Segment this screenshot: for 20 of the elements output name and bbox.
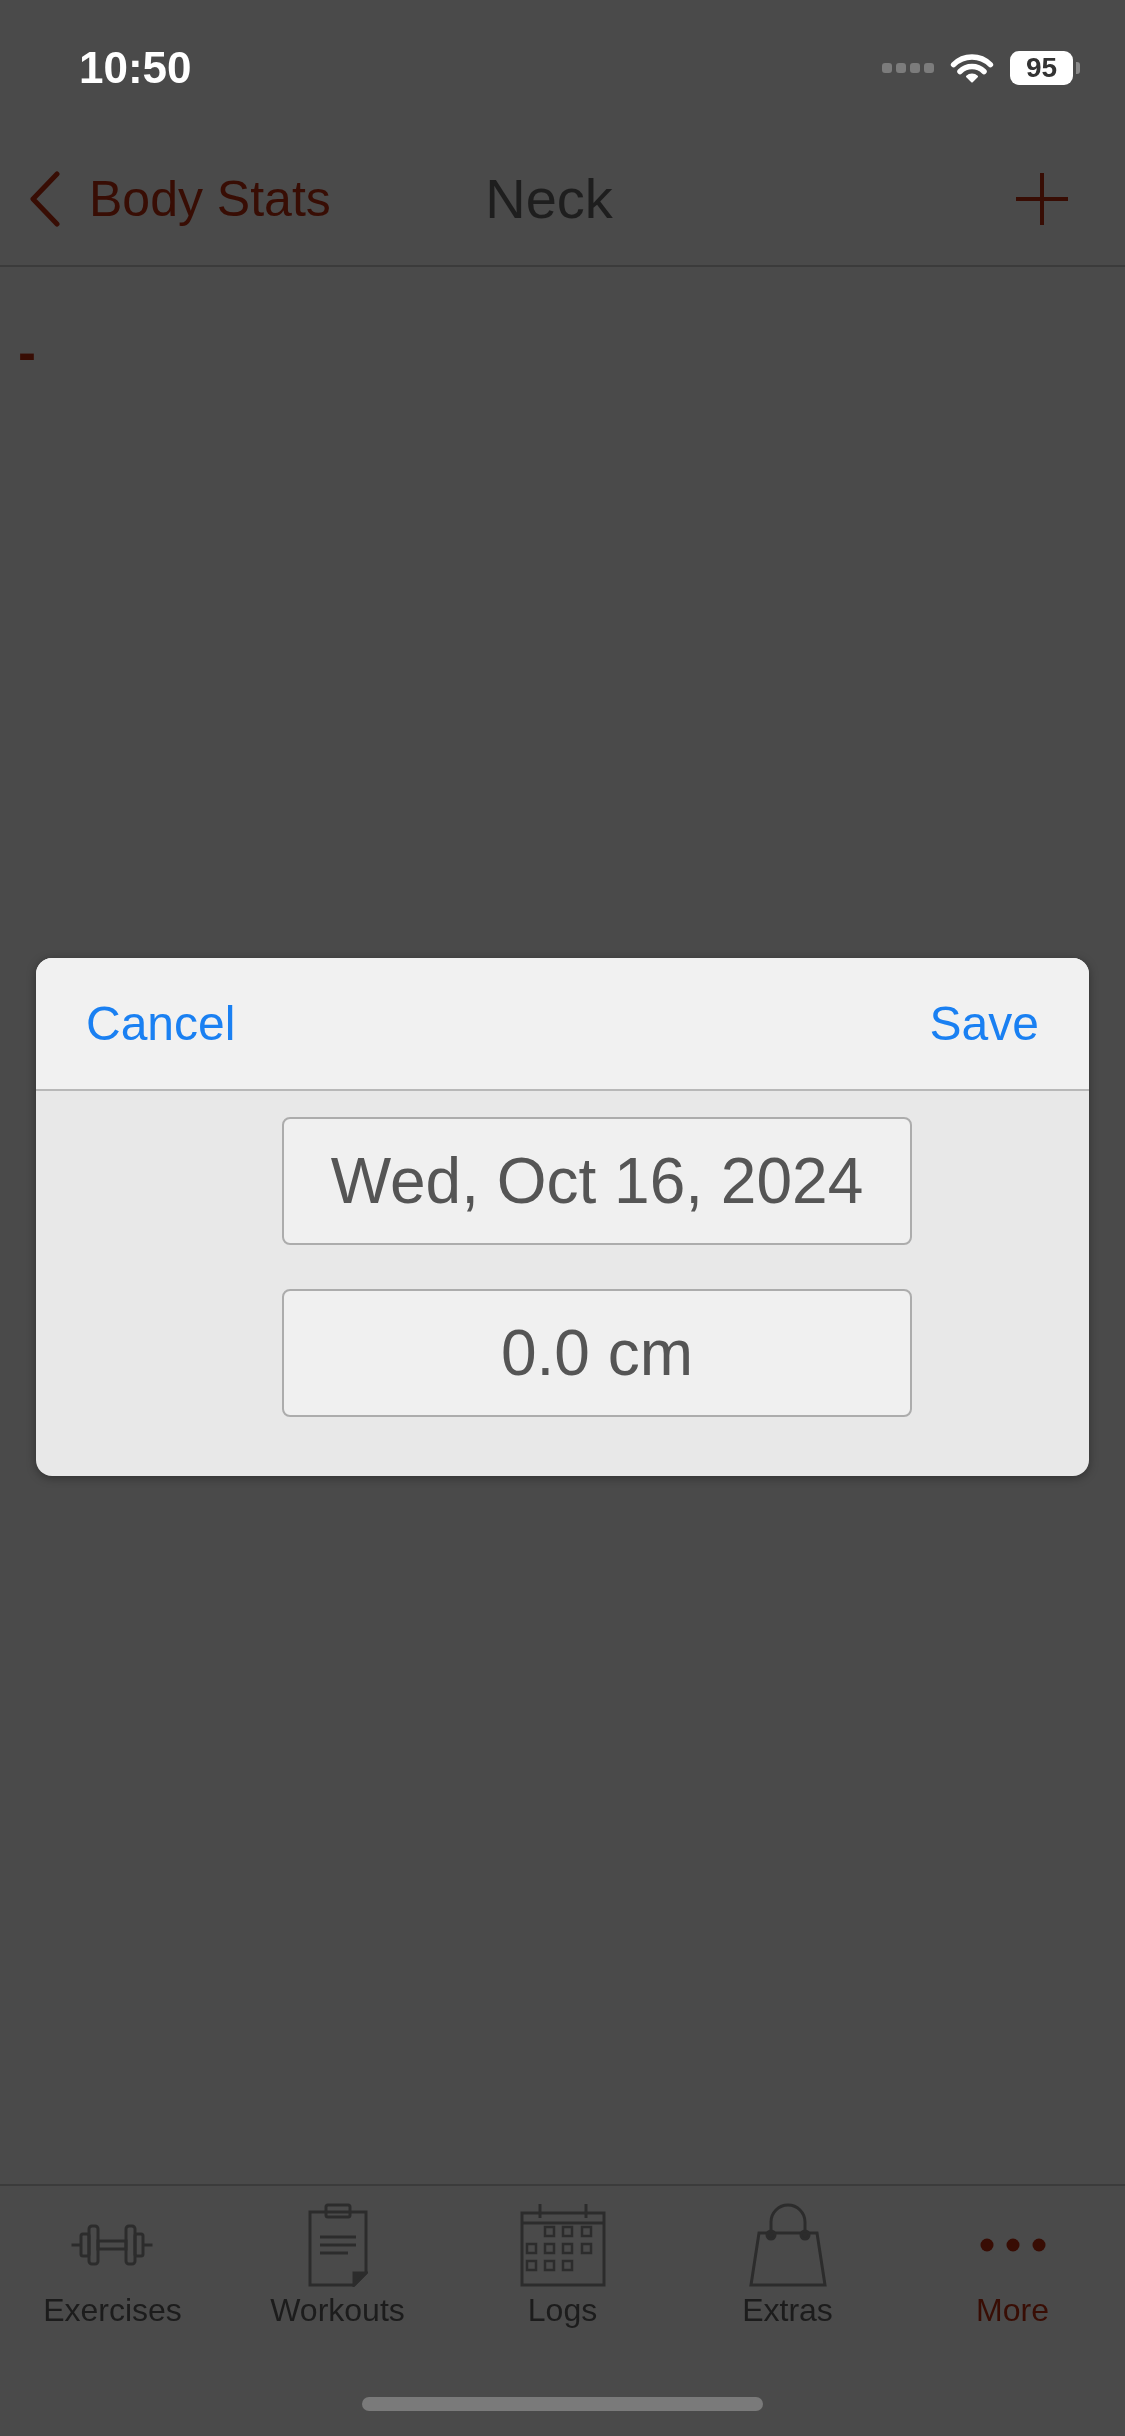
add-button[interactable] [1016,172,1068,225]
clipboard-icon [307,2203,368,2287]
chevron-left-icon [30,170,60,227]
cancel-button[interactable]: Cancel [86,995,236,1052]
home-indicator[interactable] [362,2397,763,2411]
plus-icon [1016,172,1068,225]
battery-indicator: 95 [1010,51,1080,85]
shopping-bag-icon [748,2203,827,2287]
signal-icon [882,63,934,73]
wifi-icon [949,52,995,84]
measurement-field[interactable]: 0.0 cm [282,1289,912,1417]
tab[interactable]: More [976,2200,1049,2330]
save-button[interactable]: Save [929,995,1039,1052]
date-field[interactable]: Wed, Oct 16, 2024 [282,1117,912,1245]
empty-value-text: - [18,322,36,382]
dumbbell-icon [70,2223,155,2267]
back-button[interactable]: Body Stats [30,168,331,229]
ellipsis-icon [979,2238,1046,2252]
status-time: 10:50 [79,44,192,92]
calendar-icon [519,2203,606,2287]
